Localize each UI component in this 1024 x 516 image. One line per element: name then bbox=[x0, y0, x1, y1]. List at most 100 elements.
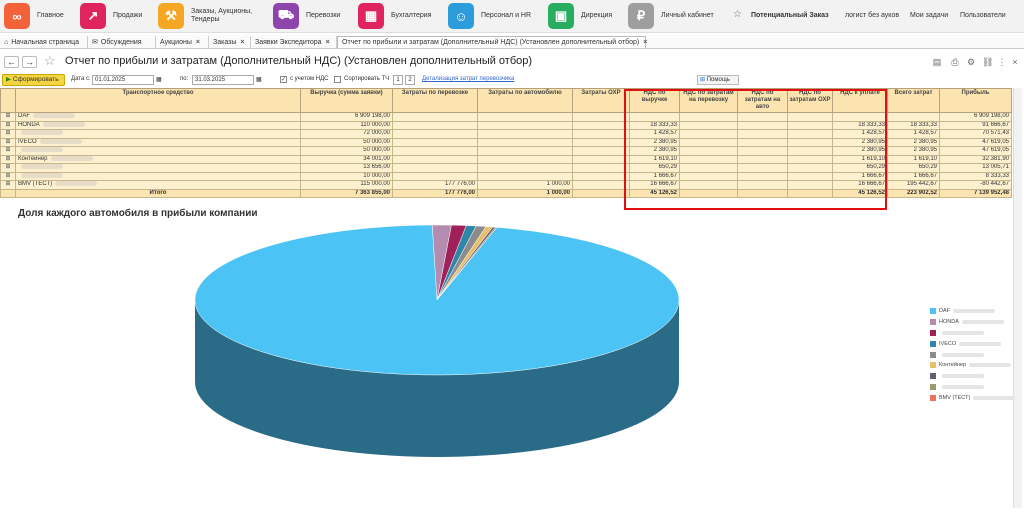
tab-discussions[interactable]: ✉ Обсуждения bbox=[88, 36, 156, 48]
users-link[interactable]: Пользователи bbox=[960, 12, 1006, 19]
redacted-text bbox=[942, 374, 984, 379]
expand-icon[interactable]: ⊞ bbox=[0, 120, 16, 130]
legend-item: IVECO bbox=[930, 338, 1015, 349]
id-card-icon: ☺ bbox=[448, 3, 474, 29]
potential-order-link[interactable]: Потенциальный Заказ bbox=[751, 12, 829, 19]
pie-slice[interactable] bbox=[436, 226, 496, 301]
sort-checkbox[interactable] bbox=[334, 76, 341, 83]
forward-button[interactable]: → bbox=[22, 56, 37, 68]
table-cell bbox=[392, 120, 478, 130]
close-icon[interactable]: × bbox=[240, 39, 244, 46]
pie-slice[interactable] bbox=[436, 225, 477, 301]
expand-icon[interactable]: ⊞ bbox=[0, 146, 16, 156]
table-cell: 1 428,57 bbox=[887, 129, 940, 139]
legend-swatch bbox=[930, 308, 936, 315]
pie-slice[interactable] bbox=[436, 224, 467, 301]
table-cell bbox=[392, 154, 478, 164]
legend-item bbox=[930, 371, 1015, 382]
vehicle-name-cell: DAF bbox=[15, 112, 301, 122]
table-cell: 195 442,67 bbox=[887, 180, 940, 190]
tab-forwarder-requests[interactable]: Заявки Экспедитора × bbox=[251, 36, 337, 48]
table-cell: 47 619,05 bbox=[939, 137, 1012, 147]
level-2-button[interactable]: 2 bbox=[405, 75, 415, 85]
more-icon[interactable]: ⋮ bbox=[997, 57, 1007, 67]
tab-auctions[interactable]: Аукционы × bbox=[156, 36, 209, 48]
calendar-icon[interactable]: ▦ bbox=[156, 76, 162, 83]
level-1-button[interactable]: 1 bbox=[393, 75, 403, 85]
redacted-text bbox=[39, 138, 82, 144]
level-1-label: 1 bbox=[396, 77, 400, 83]
settings-icon[interactable]: ⚙ bbox=[966, 57, 976, 67]
pie-slice[interactable] bbox=[431, 224, 452, 301]
table-cell: 223 902,52 bbox=[887, 188, 940, 198]
vehicle-name-cell bbox=[15, 146, 301, 156]
table-cell bbox=[572, 129, 630, 139]
table-cell: 7 139 952,48 bbox=[939, 188, 1012, 198]
vehicle-name: IVECO bbox=[18, 138, 37, 145]
my-tasks-link[interactable]: Мои задачи bbox=[910, 12, 948, 19]
logist-link[interactable]: логист без ауков bbox=[845, 12, 899, 19]
column-header[interactable]: Всего затрат bbox=[887, 88, 940, 113]
vat-label: с учетом НДС bbox=[290, 76, 329, 82]
carrier-costs-detail-link[interactable]: Детализация затрат перевозчика bbox=[422, 76, 514, 82]
back-button[interactable]: ← bbox=[4, 56, 19, 68]
pie-slice[interactable] bbox=[436, 226, 494, 301]
table-cell: 2 380,95 bbox=[887, 146, 940, 156]
sort-label: Сортировать ТЧ bbox=[344, 76, 390, 82]
favorite-star-icon[interactable]: ☆ bbox=[44, 53, 56, 69]
expand-icon[interactable]: ⊞ bbox=[0, 171, 16, 181]
tab-home[interactable]: ⌂ Начальная страница bbox=[0, 36, 88, 48]
form-report-button[interactable]: ▶ Сформировать bbox=[2, 74, 65, 86]
pie-slice[interactable] bbox=[436, 226, 498, 301]
column-header[interactable]: Прибыль bbox=[939, 88, 1012, 113]
save-icon[interactable]: ▤ bbox=[932, 57, 942, 67]
column-header[interactable]: Транспортное средство bbox=[15, 88, 301, 113]
redacted-text bbox=[961, 320, 1004, 325]
close-icon[interactable]: × bbox=[643, 39, 647, 46]
legend-swatch bbox=[930, 351, 936, 358]
help-button[interactable]: ⊞ Помощь bbox=[697, 75, 739, 85]
close-icon[interactable]: × bbox=[1010, 57, 1020, 67]
column-header[interactable]: Затраты по автомобилю bbox=[477, 88, 573, 113]
redacted-text bbox=[973, 395, 1016, 400]
auction-hammer-icon: ⚒ bbox=[158, 3, 184, 29]
expand-icon[interactable]: ⊞ bbox=[0, 154, 16, 164]
legend-label: DAF bbox=[939, 308, 950, 315]
table-cell bbox=[477, 120, 573, 130]
close-icon[interactable]: × bbox=[326, 39, 330, 46]
calendar-icon[interactable]: ▦ bbox=[256, 76, 262, 83]
link-icon[interactable]: ⛓ bbox=[982, 57, 993, 67]
column-header[interactable]: Затраты ОХР bbox=[572, 88, 630, 113]
pie-slice[interactable] bbox=[194, 224, 680, 376]
expand-icon[interactable]: ⊞ bbox=[0, 163, 16, 173]
table-cell bbox=[392, 146, 478, 156]
tab-report[interactable]: Отчет по прибыли и затратам (Дополнитель… bbox=[337, 36, 647, 48]
date-from-input[interactable]: 01.01.2025 bbox=[92, 75, 154, 85]
date-to-input[interactable]: 31.03.2025 bbox=[192, 75, 254, 85]
vertical-scrollbar[interactable] bbox=[1013, 88, 1022, 508]
redacted-text bbox=[942, 330, 984, 335]
legend-swatch bbox=[930, 329, 936, 336]
vehicle-name-cell bbox=[15, 129, 301, 139]
expand-icon[interactable]: ⊞ bbox=[0, 129, 16, 139]
tab-orders[interactable]: Заказы × bbox=[209, 36, 251, 48]
column-header[interactable]: Выручка (сумма заявки) bbox=[300, 88, 393, 113]
pie-slice[interactable] bbox=[436, 225, 487, 301]
close-icon[interactable]: × bbox=[196, 39, 200, 46]
column-header[interactable]: Затраты по перевозке bbox=[392, 88, 478, 113]
date-to-label: по: bbox=[180, 76, 189, 82]
level-2-label: 2 bbox=[408, 77, 412, 83]
table-cell bbox=[477, 146, 573, 156]
vehicle-name: DAF bbox=[18, 113, 30, 120]
chat-icon: ✉ bbox=[92, 39, 98, 46]
print-icon[interactable]: ⎙ bbox=[950, 57, 960, 67]
redacted-text bbox=[55, 181, 98, 187]
expand-icon[interactable]: ⊞ bbox=[0, 137, 16, 147]
nav-orders[interactable]: ⚒ Заказы, Аукционы, Тендеры bbox=[158, 2, 261, 30]
expand-icon[interactable]: ⊞ bbox=[0, 112, 16, 122]
vehicle-name-cell: Контейнер bbox=[15, 154, 301, 164]
star-icon[interactable]: ☆ bbox=[733, 9, 742, 20]
expand-icon[interactable]: ⊞ bbox=[0, 180, 16, 190]
vat-checkbox[interactable]: ✓ bbox=[280, 76, 287, 83]
truck-icon: ⛟ bbox=[273, 3, 299, 29]
